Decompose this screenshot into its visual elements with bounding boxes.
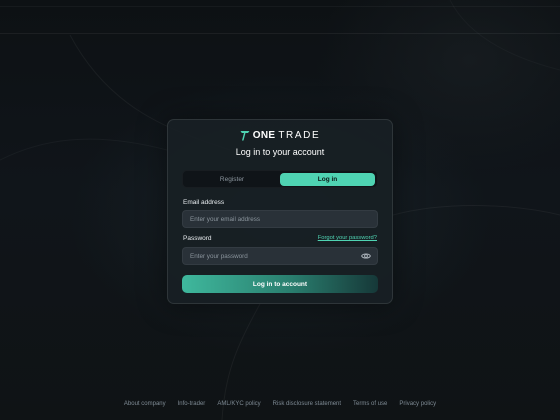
footer-link-risk-disclosure[interactable]: Risk disclosure statement [273,401,341,411]
password-label: Password [183,235,212,242]
tab-login[interactable]: Log in [280,173,375,186]
login-submit-button[interactable]: Log in to account [182,275,378,293]
footer-links: About company Info-trader AML/KYC policy… [0,401,560,411]
forgot-password-link[interactable]: Forgot your password? [318,235,377,241]
tab-register[interactable]: Register [185,173,279,186]
login-page: ONE TRADE Log in to your account Registe… [0,0,560,420]
page-title: Log in to your account [235,147,325,157]
email-field[interactable] [182,210,378,228]
auth-tabs: Register Log in [182,170,378,188]
footer-link-aml-kyc-policy[interactable]: AML/KYC policy [217,401,260,411]
footer-link-info-trader[interactable]: Info-trader [178,401,206,411]
login-card: ONE TRADE Log in to your account Registe… [167,119,393,304]
footer-link-privacy-policy[interactable]: Privacy policy [399,401,436,411]
email-label: Email address [183,199,225,206]
brand-logo: ONE TRADE [168,129,392,141]
trade-logo-icon [240,130,250,140]
eye-icon[interactable] [361,252,371,260]
footer-link-about-company[interactable]: About company [124,401,166,411]
password-field[interactable] [182,247,378,265]
brand-name-bold: ONE [252,129,276,141]
brand-name-light: TRADE [278,129,321,141]
footer-link-terms-of-use[interactable]: Terms of use [353,401,387,411]
